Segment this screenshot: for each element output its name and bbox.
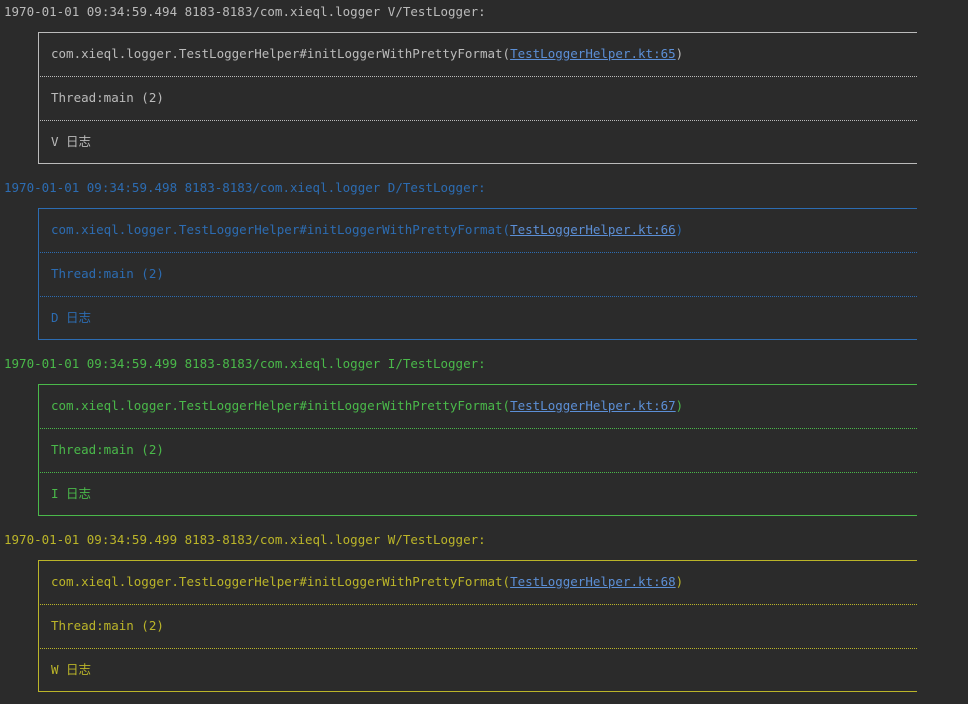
message-line: D 日志 [51, 310, 92, 325]
thread-line: Thread:main (2) [51, 618, 164, 633]
method-close-paren: ) [675, 222, 684, 237]
message-line: I 日志 [51, 486, 92, 501]
thread-line: Thread:main (2) [51, 442, 164, 457]
box-top-border [38, 560, 917, 561]
message-line: W 日志 [51, 662, 92, 677]
method-line: com.xieql.logger.TestLoggerHelper#initLo… [51, 220, 683, 240]
log-box: com.xieql.logger.TestLoggerHelper#initLo… [38, 32, 917, 164]
box-bottom-border [38, 515, 917, 516]
box-top-border [38, 32, 917, 33]
method-close-paren: ) [675, 46, 684, 61]
method-line: com.xieql.logger.TestLoggerHelper#initLo… [51, 44, 683, 64]
box-separator [38, 120, 917, 121]
method-name: com.xieql.logger.TestLoggerHelper#initLo… [51, 398, 511, 413]
source-link[interactable]: TestLoggerHelper.kt:67 [510, 398, 676, 413]
log-box: com.xieql.logger.TestLoggerHelper#initLo… [38, 560, 917, 692]
box-top-border [38, 208, 917, 209]
box-separator [38, 648, 917, 649]
box-separator [38, 428, 917, 429]
method-line: com.xieql.logger.TestLoggerHelper#initLo… [51, 396, 683, 416]
thread-line: Thread:main (2) [51, 90, 164, 105]
thread-line: Thread:main (2) [51, 266, 164, 281]
log-entry-info: 1970-01-01 09:34:59.499 8183-8183/com.xi… [0, 352, 968, 528]
log-header: 1970-01-01 09:34:59.498 8183-8183/com.xi… [4, 180, 486, 195]
box-bottom-border [38, 163, 917, 164]
box-separator [38, 252, 917, 253]
method-name: com.xieql.logger.TestLoggerHelper#initLo… [51, 46, 511, 61]
log-entry-verbose: 1970-01-01 09:34:59.494 8183-8183/com.xi… [0, 0, 968, 176]
log-entry-debug: 1970-01-01 09:34:59.498 8183-8183/com.xi… [0, 176, 968, 352]
source-link[interactable]: TestLoggerHelper.kt:65 [510, 46, 676, 61]
log-box: com.xieql.logger.TestLoggerHelper#initLo… [38, 384, 917, 516]
log-header: 1970-01-01 09:34:59.499 8183-8183/com.xi… [4, 532, 486, 547]
box-left-border [38, 208, 39, 340]
method-name: com.xieql.logger.TestLoggerHelper#initLo… [51, 222, 511, 237]
source-link[interactable]: TestLoggerHelper.kt:66 [510, 222, 676, 237]
box-separator [38, 76, 917, 77]
box-top-border [38, 384, 917, 385]
box-left-border [38, 384, 39, 516]
log-header: 1970-01-01 09:34:59.499 8183-8183/com.xi… [4, 356, 486, 371]
method-close-paren: ) [675, 398, 684, 413]
method-close-paren: ) [675, 574, 684, 589]
box-bottom-border [38, 691, 917, 692]
box-separator [38, 604, 917, 605]
box-left-border [38, 560, 39, 692]
box-left-border [38, 32, 39, 164]
log-header: 1970-01-01 09:34:59.494 8183-8183/com.xi… [4, 4, 486, 19]
source-link[interactable]: TestLoggerHelper.kt:68 [510, 574, 676, 589]
method-name: com.xieql.logger.TestLoggerHelper#initLo… [51, 574, 511, 589]
log-box: com.xieql.logger.TestLoggerHelper#initLo… [38, 208, 917, 340]
method-line: com.xieql.logger.TestLoggerHelper#initLo… [51, 572, 683, 592]
box-separator [38, 472, 917, 473]
message-line: V 日志 [51, 134, 92, 149]
log-entry-warn: 1970-01-01 09:34:59.499 8183-8183/com.xi… [0, 528, 968, 704]
box-bottom-border [38, 339, 917, 340]
box-separator [38, 296, 917, 297]
